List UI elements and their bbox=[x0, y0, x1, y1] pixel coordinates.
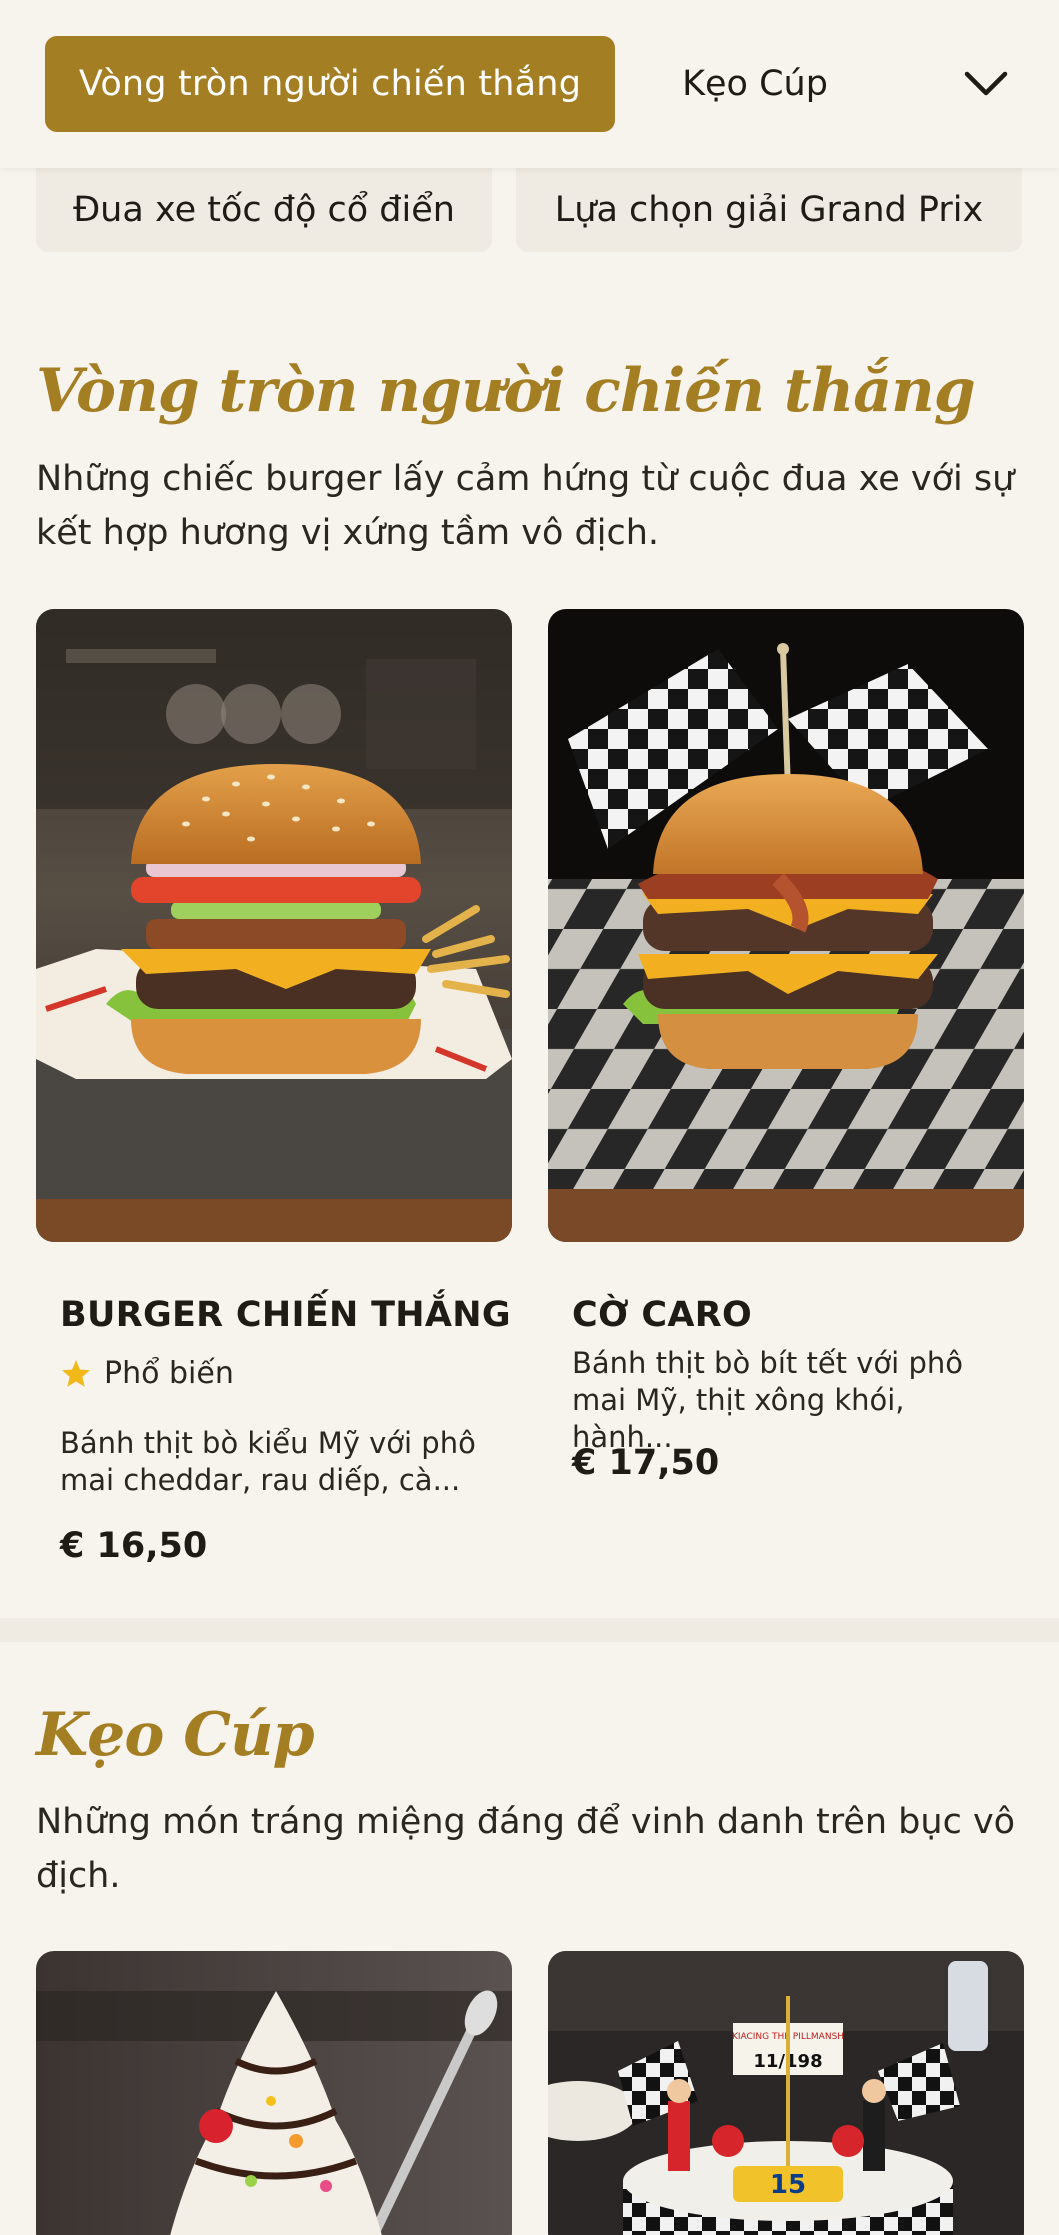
co-caro-image[interactable] bbox=[548, 609, 1024, 1242]
section-divider bbox=[0, 1618, 1059, 1642]
item-name[interactable]: CỜ CARO bbox=[572, 1295, 752, 1335]
item-name[interactable]: BURGER CHIẾN THẮNG bbox=[60, 1295, 511, 1335]
item-description-line: mai cheddar, rau diếp, cà... bbox=[60, 1463, 461, 1497]
tab-vong-tron-nguoi-chien-thang[interactable]: Vòng tròn người chiến thắng bbox=[45, 36, 615, 132]
item-description: Bánh thịt bò bít tết với phô mai Mỹ, thị… bbox=[572, 1345, 1002, 1456]
item-price: € 17,50 bbox=[572, 1443, 720, 1483]
tab-keo-cup[interactable]: Kẹo Cúp bbox=[640, 36, 870, 132]
star-icon bbox=[62, 1359, 90, 1387]
section-description: Những món tráng miệng đáng để vinh danh … bbox=[36, 1802, 1016, 1896]
sundae-image[interactable] bbox=[36, 1951, 512, 2235]
section-description: Những chiếc burger lấy cảm hứng từ cuộc … bbox=[36, 459, 1015, 553]
svg-text:15: 15 bbox=[770, 2170, 806, 2200]
item-description-line: Bánh thịt bò bít tết với phô bbox=[572, 1346, 963, 1380]
popular-badge: Phổ biến bbox=[60, 1356, 234, 1391]
category-nav: Vòng tròn người chiến thắng Kẹo Cúp bbox=[0, 0, 1059, 168]
item-description-line: Bánh thịt bò kiểu Mỹ với phô bbox=[60, 1426, 476, 1460]
section-title: Kẹo Cúp bbox=[36, 1700, 315, 1770]
item-description: Bánh thịt bò kiểu Mỹ với phô mai cheddar… bbox=[60, 1425, 490, 1499]
section-title: Vòng tròn người chiến thắng bbox=[36, 356, 976, 426]
item-price: € 16,50 bbox=[60, 1526, 208, 1566]
chevron-down-icon[interactable] bbox=[958, 58, 1014, 110]
race-cake-image[interactable]: KIACING THE PILLMANSH 11/198 15 bbox=[548, 1951, 1024, 2235]
subtab-dua-xe[interactable]: Đua xe tốc độ cổ điển bbox=[36, 168, 492, 252]
subtab-grand-prix[interactable]: Lựa chọn giải Grand Prix bbox=[516, 168, 1022, 252]
badge-label: Phổ biến bbox=[104, 1356, 234, 1391]
burger-chien-thang-image[interactable] bbox=[36, 609, 512, 1242]
